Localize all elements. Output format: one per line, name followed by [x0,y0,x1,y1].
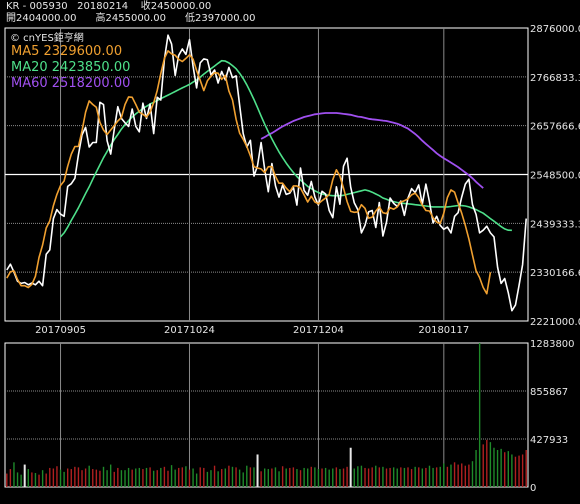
x-tick-label-3: 20180117 [418,325,469,336]
header-line-2: 開2404000.00 高2455000.00 低2397000.00 [6,13,256,24]
volume-y-tick-label-0: 1283800 [530,339,575,350]
watermark: © cnYES鉅亨網 [10,33,84,44]
price-y-tick-label-4: 2439333.3 [530,219,580,230]
legend-ma20: MA20 2423850.00 [11,60,131,75]
price-y-tick-label-5: 2330166.6 [530,268,580,279]
price-y-tick-label-0: 2876000.00 [530,24,580,35]
legend-ma60: MA60 2518200.00 [11,76,131,91]
price-y-tick-label-6: 2221000.0 [530,317,580,328]
x-tick-label-1: 20171024 [164,325,215,336]
price-y-tick-label-3: 2548500.00 [530,171,580,182]
series-line-ma60 [260,112,484,189]
x-tick-label-2: 20171204 [293,325,344,336]
price-y-tick-label-2: 2657666.6 [530,122,580,133]
x-tick-label-0: 20170905 [35,325,86,336]
volume-y-tick-label-3: 0 [530,483,536,494]
legend-ma5: MA5 2329600.00 [11,44,123,59]
chart-canvas: 2876000.00 2766833.33 2657666.6 2548500.00 2… [4,24,580,494]
volume-y-tick-label-2: 427933 [530,435,568,446]
header-line-1: KR - 005930 20180214 收2450000.00 [6,1,212,12]
volume-y-tick-label-1: 855867 [530,387,568,398]
price-y-tick-label-1: 2766833.33 [530,73,580,84]
volume-panel-frame [4,342,529,488]
